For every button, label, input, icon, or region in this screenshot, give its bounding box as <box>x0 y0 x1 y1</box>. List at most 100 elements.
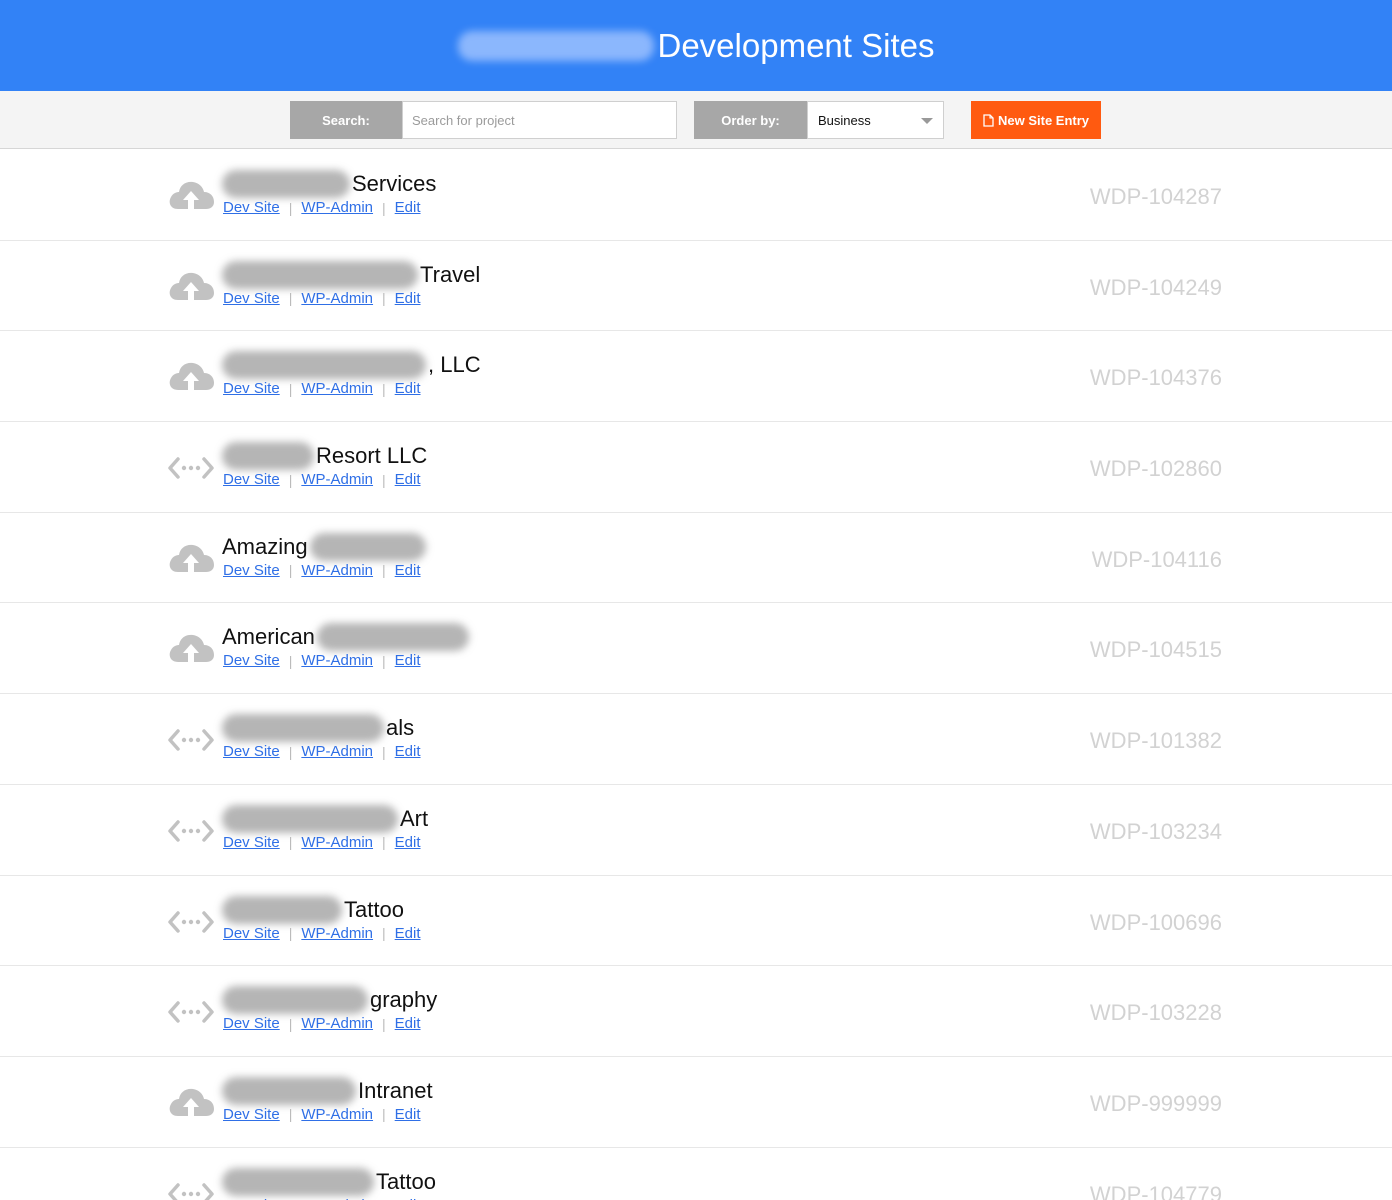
code-arrows-icon <box>166 720 216 760</box>
edit-link[interactable]: Edit <box>395 290 421 307</box>
dev-site-link[interactable]: Dev Site <box>223 743 280 760</box>
site-links: Dev Site | WP-Admin | Edit <box>223 652 421 669</box>
site-title-text: Tattoo <box>376 1168 436 1194</box>
redacted-name <box>222 442 314 471</box>
site-title: Intranet <box>222 1076 433 1105</box>
wp-admin-link[interactable]: WP-Admin <box>301 1106 373 1123</box>
dev-site-link[interactable]: Dev Site <box>223 652 280 669</box>
site-title-text: Services <box>352 171 437 196</box>
dev-site-link[interactable]: Dev Site <box>223 1197 280 1200</box>
file-icon <box>983 113 994 127</box>
project-code: WDP-104376 <box>1089 365 1222 391</box>
code-arrows-icon <box>166 1174 216 1200</box>
site-title-text: Travel <box>420 261 481 287</box>
edit-link[interactable]: Edit <box>395 925 421 942</box>
edit-link[interactable]: Edit <box>395 834 421 851</box>
wp-admin-link[interactable]: WP-Admin <box>301 834 373 851</box>
site-title: graphy <box>222 986 437 1015</box>
wp-admin-link[interactable]: WP-Admin <box>301 562 373 579</box>
cloud-upload-icon <box>166 176 216 216</box>
order-by-select[interactable]: Business <box>807 101 944 139</box>
site-links: Dev Site|WP-Admin|Edit <box>223 1197 421 1200</box>
new-site-entry-button[interactable]: New Site Entry <box>971 101 1101 139</box>
link-separator: | <box>288 380 293 397</box>
wp-admin-link[interactable]: WP-Admin <box>301 471 373 488</box>
edit-link[interactable]: Edit <box>395 199 421 216</box>
site-links: Dev Site|WP-Admin|Edit <box>223 471 421 488</box>
edit-link[interactable]: Edit <box>395 1197 421 1200</box>
dev-site-link[interactable]: Dev Site <box>223 380 280 397</box>
wp-admin-link[interactable]: WP-Admin <box>301 1197 373 1200</box>
link-separator: | <box>288 834 293 851</box>
project-code: WDP-101382 <box>1089 728 1222 754</box>
link-separator: | <box>382 380 386 397</box>
dev-site-link[interactable]: Dev Site <box>223 834 280 851</box>
site-links: Dev Site | WP-Admin | Edit <box>223 380 421 397</box>
link-separator: | <box>382 743 386 760</box>
dev-site-link[interactable]: Dev Site <box>223 290 280 307</box>
link-separator: | <box>382 834 386 851</box>
code-arrows-icon <box>166 902 216 942</box>
link-separator: | <box>288 290 293 307</box>
wp-admin-link[interactable]: WP-Admin <box>301 925 373 942</box>
wp-admin-link[interactable]: WP-Admin <box>301 743 373 760</box>
link-separator: | <box>382 290 386 307</box>
edit-link[interactable]: Edit <box>395 743 421 760</box>
edit-link[interactable]: Edit <box>395 1015 421 1032</box>
page-header: Development Sites <box>0 0 1392 91</box>
link-separator: | <box>382 652 386 669</box>
edit-link[interactable]: Edit <box>395 652 421 669</box>
project-code: WDP-100696 <box>1089 909 1222 935</box>
site-title-text: Intranet <box>358 1077 433 1103</box>
link-separator: | <box>288 652 293 669</box>
edit-link[interactable]: Edit <box>395 562 421 579</box>
redacted-name <box>222 1076 356 1105</box>
search-label: Search: <box>290 101 402 139</box>
redacted-name <box>222 351 426 380</box>
site-title: Resort LLC <box>222 442 427 471</box>
dev-site-link[interactable]: Dev Site <box>223 199 280 216</box>
link-separator: | <box>382 1015 386 1032</box>
site-title-text: als <box>386 715 415 741</box>
site-title-text: Art <box>400 805 429 831</box>
cloud-upload-icon <box>166 1083 216 1123</box>
wp-admin-link[interactable]: WP-Admin <box>301 1015 373 1032</box>
link-separator: | <box>382 1106 386 1123</box>
site-title-text: Tattoo <box>344 896 404 922</box>
site-row: Tattoo Dev Site|WP-Admin|Edit WDP-104779 <box>0 1148 1392 1200</box>
site-row: Services Dev Site | WP-Admin | Edit WDP-104287 <box>0 150 1392 241</box>
link-separator: | <box>288 1106 293 1123</box>
page-title: Development Sites <box>457 27 934 65</box>
site-links: Dev Site|WP-Admin|Edit <box>223 743 421 760</box>
edit-link[interactable]: Edit <box>395 471 421 488</box>
site-title: Amazing <box>222 532 426 561</box>
site-row: Tattoo Dev Site | WP-Admin | Edit WDP-100696 <box>0 876 1392 967</box>
cloud-upload-icon <box>166 539 216 579</box>
dev-site-link[interactable]: Dev Site <box>223 562 280 579</box>
project-code: WDP-104116 <box>1091 546 1222 572</box>
wp-admin-link[interactable]: WP-Admin <box>301 199 373 216</box>
wp-admin-link[interactable]: WP-Admin <box>301 652 373 669</box>
redacted-name <box>222 804 398 833</box>
new-site-entry-label: New Site Entry <box>997 112 1090 128</box>
code-arrows-icon <box>166 811 216 851</box>
chevron-down-icon <box>921 118 933 124</box>
link-separator: | <box>382 199 386 216</box>
dev-site-link[interactable]: Dev Site <box>223 1015 280 1032</box>
redacted-name <box>222 260 418 289</box>
edit-link[interactable]: Edit <box>395 380 421 397</box>
wp-admin-link[interactable]: WP-Admin <box>301 290 373 307</box>
dev-site-link[interactable]: Dev Site <box>223 925 280 942</box>
site-list: Services Dev Site | WP-Admin | Edit WDP-104287… <box>0 150 1392 1200</box>
redacted-name <box>222 170 350 198</box>
code-arrows-icon <box>166 448 216 488</box>
dev-site-link[interactable]: Dev Site <box>223 471 280 488</box>
dev-site-link[interactable]: Dev Site <box>223 1106 280 1123</box>
project-code: WDP-104779 <box>1089 1181 1222 1200</box>
search-input[interactable] <box>402 101 677 139</box>
cloud-upload-icon <box>166 267 216 307</box>
wp-admin-link[interactable]: WP-Admin <box>301 380 373 397</box>
edit-link[interactable]: Edit <box>395 1106 421 1123</box>
project-code: WDP-104287 <box>1089 184 1222 209</box>
site-title: Tattoo <box>222 895 404 924</box>
